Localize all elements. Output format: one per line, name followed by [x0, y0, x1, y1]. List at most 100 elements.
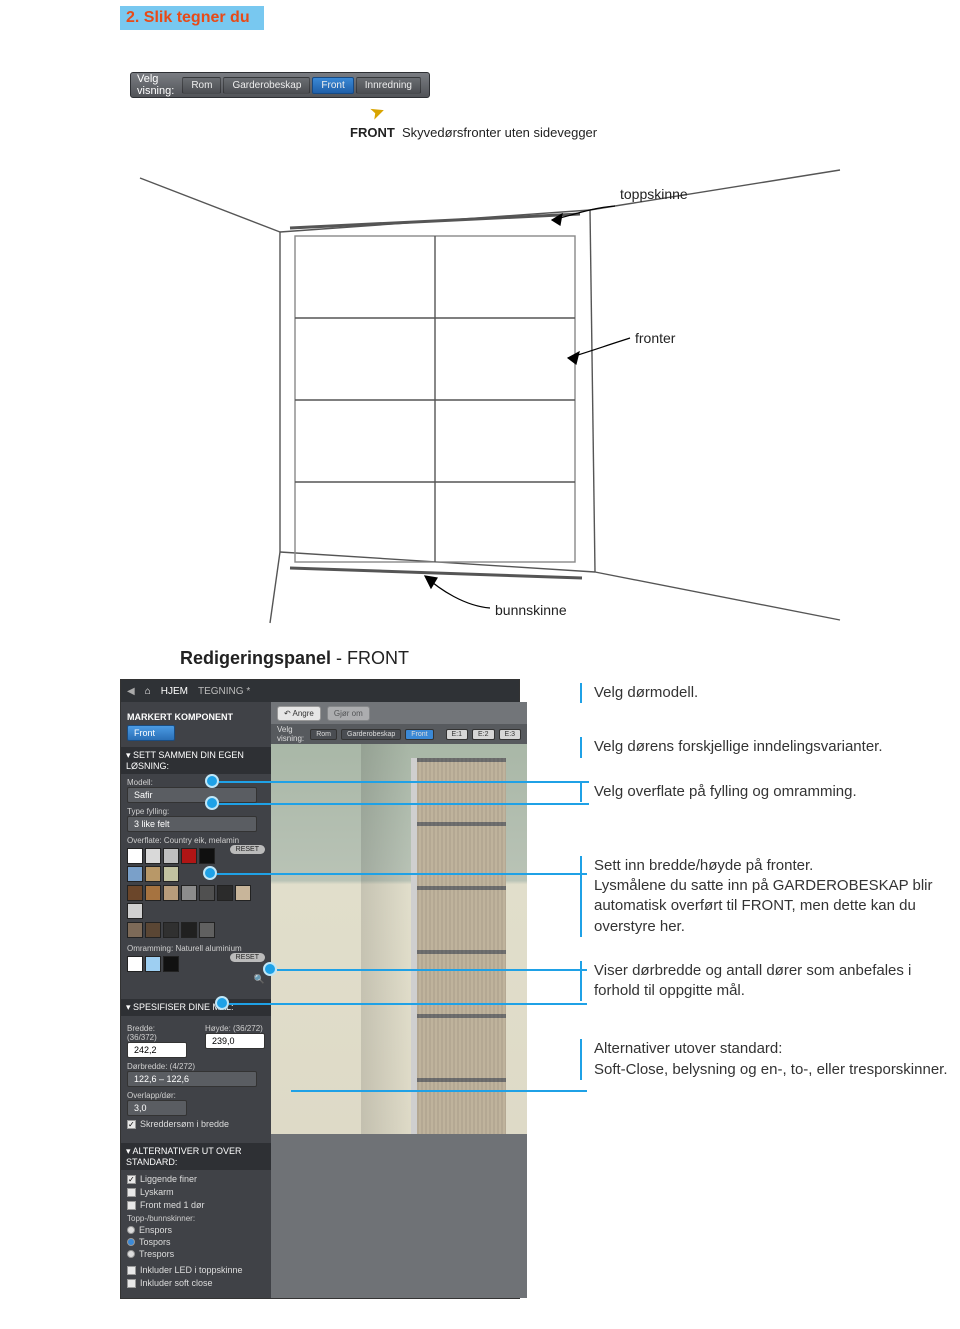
home-icon[interactable]: ⌂	[145, 686, 151, 697]
color-swatch[interactable]	[127, 956, 143, 972]
field-dorbredde[interactable]: 122,6 – 122,6	[127, 1071, 257, 1087]
marker-maal	[263, 962, 277, 976]
marker-overflate	[203, 866, 217, 880]
chk-front-1dor[interactable]: Front med 1 dør	[127, 1200, 265, 1210]
input-hoyde[interactable]	[205, 1033, 265, 1049]
view-toolbar: Velg visning: Rom Garderobeskap Front In…	[130, 72, 430, 98]
btn-gjorom[interactable]: Gjør om	[327, 706, 370, 721]
label-bunnskinne: bunnskinne	[495, 602, 567, 618]
right-btn-rom[interactable]: Rom	[310, 729, 337, 740]
view-btn-rom[interactable]: Rom	[182, 77, 221, 94]
right-view-label: Velg visning:	[277, 725, 306, 743]
marker-type	[205, 796, 219, 810]
right-btn-gk[interactable]: Garderobeskap	[341, 729, 401, 740]
chk-liggende-finer[interactable]: Liggende finer	[127, 1174, 265, 1184]
panel-right: ↶ Angre Gjør om Velg visning: Rom Garder…	[271, 702, 527, 1298]
right-btn-front[interactable]: Front	[405, 729, 433, 740]
color-swatch[interactable]	[127, 848, 143, 864]
view-toolbar-label: Velg visning:	[137, 73, 176, 97]
chk-led[interactable]: Inkluder LED i toppskinne	[127, 1265, 265, 1275]
color-swatch[interactable]	[163, 956, 179, 972]
editor-panel: ◀ ⌂ HJEM TEGNING * MARKERT KOMPONENT Fro…	[120, 679, 520, 1299]
lead-maal	[277, 969, 587, 971]
color-swatch[interactable]	[145, 885, 161, 901]
section-header: 2. Slik tegner du	[120, 6, 264, 30]
panel-tabs: ◀ ⌂ HJEM TEGNING *	[121, 680, 519, 702]
view-btn-innredning[interactable]: Innredning	[356, 77, 421, 94]
color-swatch[interactable]	[181, 922, 197, 938]
callout-5-text: Viser dørbredde og antall dører som anbe…	[594, 961, 950, 1002]
view-btn-garderobeskap[interactable]: Garderobeskap	[223, 77, 310, 94]
tab-hjem[interactable]: HJEM	[161, 686, 188, 697]
rad-trespors[interactable]: Trespors	[127, 1249, 265, 1259]
markert-value[interactable]: Front	[127, 725, 175, 741]
subsection-heading-bold: Redigeringspanel	[180, 648, 331, 668]
tab-tegning[interactable]: TEGNING *	[198, 686, 250, 697]
callout-2: Velg dørens forskjellige inndelingsvaria…	[580, 737, 950, 757]
color-swatch[interactable]	[199, 885, 215, 901]
color-swatch[interactable]	[163, 866, 179, 882]
field-modell[interactable]: Safir	[127, 787, 257, 803]
color-swatch[interactable]	[145, 848, 161, 864]
acc-losning[interactable]: ▾ SETT SAMMEN DIN EGEN LØSNING:	[121, 747, 271, 774]
right-topbar: ↶ Angre Gjør om	[271, 702, 527, 724]
view-toolbar-figure: Velg visning: Rom Garderobeskap Front In…	[130, 72, 960, 123]
right-btn-e2[interactable]: E:2	[472, 729, 495, 740]
right-btn-e3[interactable]: E:3	[499, 729, 522, 740]
color-swatch[interactable]	[163, 885, 179, 901]
chk-softclose[interactable]: Inkluder soft close	[127, 1278, 265, 1288]
color-swatch[interactable]	[145, 866, 161, 882]
color-swatch[interactable]	[163, 922, 179, 938]
lead-dorbredde	[229, 1003, 587, 1005]
right-btn-e1[interactable]: E:1	[446, 729, 469, 740]
label-omramming: Omramming: Naturell aluminium RESET	[127, 944, 265, 953]
input-bredde[interactable]	[127, 1042, 187, 1058]
door-render	[411, 758, 506, 1134]
acc-alternativer[interactable]: ▾ ALTERNATIVER UT OVER STANDARD:	[121, 1143, 271, 1170]
chk-skreddersom[interactable]: Skreddersøm i bredde	[127, 1119, 265, 1129]
back-icon[interactable]: ◀	[127, 686, 135, 697]
label-hoyde: Høyde: (36/272)	[205, 1024, 265, 1033]
markert-heading: MARKERT KOMPONENT	[127, 712, 265, 722]
color-swatch[interactable]	[163, 848, 179, 864]
swatch-grid-omr	[127, 956, 230, 972]
color-swatch[interactable]	[181, 885, 197, 901]
callout-4a-text: Sett inn bredde/høyde på fronter.	[594, 856, 950, 876]
label-overflate: Overflate: Country eik, melamin RESET	[127, 836, 265, 845]
color-swatch[interactable]	[235, 885, 251, 901]
toolbar-note-bold: FRONT	[350, 125, 395, 140]
label-fronter: fronter	[635, 330, 675, 346]
view-btn-front[interactable]: Front	[312, 77, 353, 94]
color-swatch[interactable]	[217, 885, 233, 901]
color-swatch[interactable]	[127, 885, 143, 901]
magnify-icon[interactable]: 🔍	[254, 974, 265, 984]
marker-dorbredde	[215, 996, 229, 1010]
color-swatch[interactable]	[145, 922, 161, 938]
color-swatch[interactable]	[145, 956, 161, 972]
btn-reset-overflate[interactable]: RESET	[230, 845, 265, 854]
field-overlapp[interactable]: 3,0	[127, 1100, 187, 1116]
callout-3-text: Velg overflate på fylling og omramming.	[594, 782, 950, 802]
rad-tospors[interactable]: Tospors	[127, 1237, 265, 1247]
chk-lyskarm[interactable]: Lyskarm	[127, 1187, 265, 1197]
color-swatch[interactable]	[199, 922, 215, 938]
callout-1: Velg dørmodell.	[580, 683, 950, 703]
marker-modell	[205, 774, 219, 788]
rad-enspors[interactable]: Enspors	[127, 1225, 265, 1235]
callout-3: Velg overflate på fylling og omramming.	[580, 782, 950, 802]
callout-1-text: Velg dørmodell.	[594, 683, 950, 703]
callouts-column: Velg dørmodell. Velg dørens forskjellige…	[580, 679, 950, 1104]
label-bredde: Bredde: (36/372)	[127, 1024, 187, 1042]
color-swatch[interactable]	[127, 866, 143, 882]
field-typefylling[interactable]: 3 like felt	[127, 816, 257, 832]
color-swatch[interactable]	[127, 903, 143, 919]
color-swatch[interactable]	[181, 848, 197, 864]
callout-4b-text: Lysmålene du satte inn på GARDEROBESKAP …	[594, 876, 950, 937]
btn-reset-omr[interactable]: RESET	[230, 953, 265, 962]
color-swatch[interactable]	[127, 922, 143, 938]
acc-maal[interactable]: ▾ SPESIFISER DINE MÅL:	[121, 999, 271, 1016]
subsection-heading: Redigeringspanel - FRONT	[180, 648, 960, 669]
label-spor: Topp-/bunnskinner:	[127, 1214, 265, 1223]
btn-angre[interactable]: ↶ Angre	[277, 706, 321, 721]
color-swatch[interactable]	[199, 848, 215, 864]
